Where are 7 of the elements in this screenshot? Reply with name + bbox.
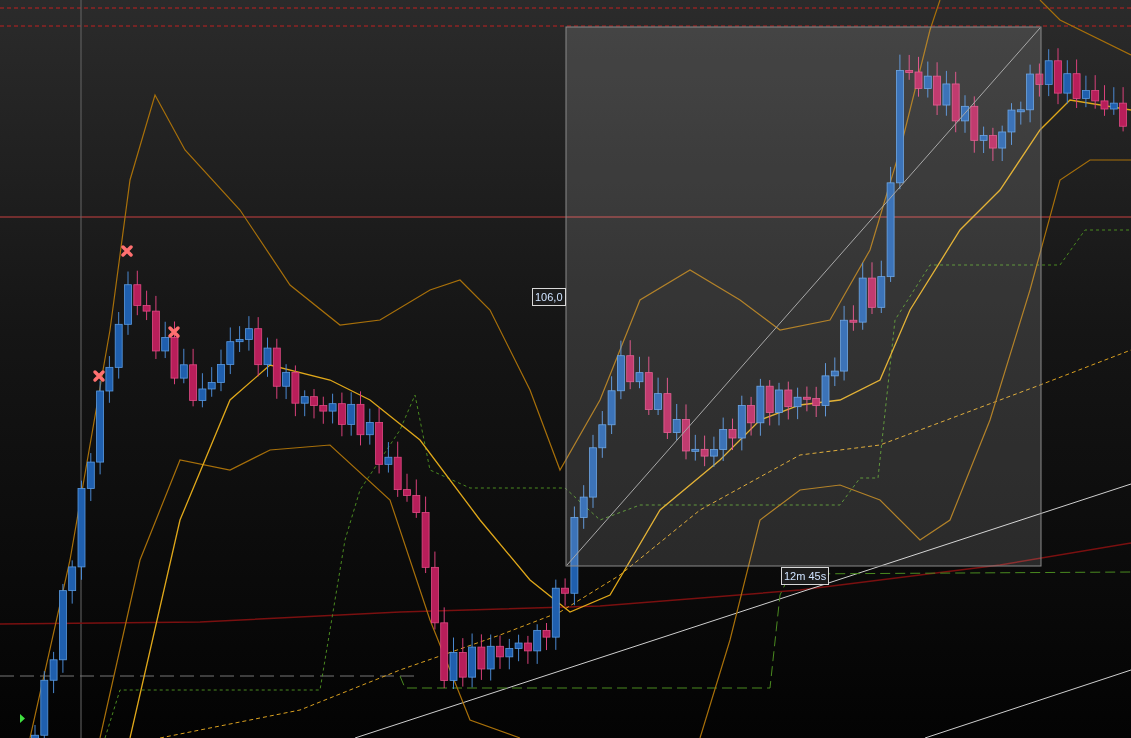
triangle-icon (20, 714, 25, 723)
cross-marker-icon (93, 370, 105, 382)
measurement-box[interactable] (565, 26, 1042, 567)
cross-marker-icon (168, 326, 180, 338)
cross-marker-icon (121, 245, 133, 257)
duration-label: 12m 45s (781, 567, 830, 585)
price-label: 106,0 (532, 288, 566, 306)
